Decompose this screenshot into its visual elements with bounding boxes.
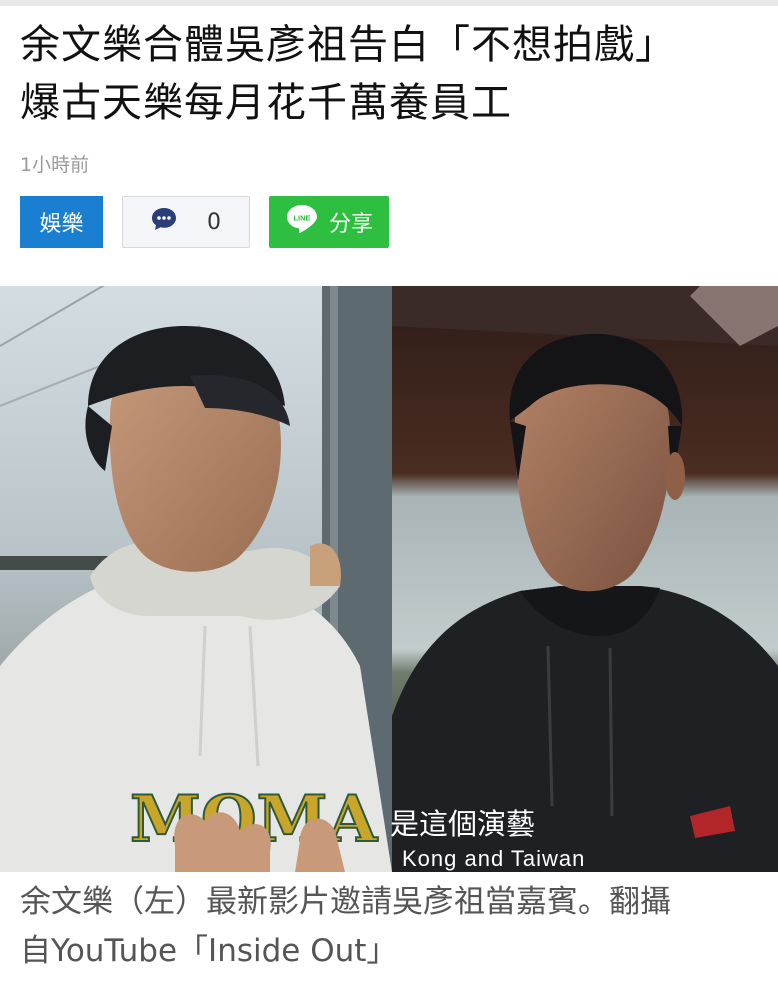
video-subtitle-zh: 是這個演藝 [390,807,535,841]
comment-bubble-icon [151,207,177,237]
comment-count-button[interactable]: 0 [122,196,250,248]
line-share-button[interactable]: LINE 分享 [269,196,389,248]
article-headline: 余文樂合體吳彥祖告白「不想拍戲」 爆古天樂每月花千萬養員工 [20,16,760,132]
headline-line-1: 余文樂合體吳彥祖告白「不想拍戲」 [20,22,676,68]
comment-count: 0 [207,209,221,235]
top-status-strip [0,0,778,6]
caption-line-1: 余文樂（左）最新影片邀請吳彥祖當嘉賓。翻攝 [20,884,671,920]
category-label: 娛樂 [39,212,84,237]
line-logo-icon: LINE [285,203,319,241]
line-logo-text: LINE [293,214,310,223]
article-photo: MOMA 是這個演藝 Kong and Taiwan [0,286,778,872]
photo-caption: 余文樂（左）最新影片邀請吳彥祖當嘉賓。翻攝 自YouTube「Inside Ou… [20,878,760,976]
headline-line-2: 爆古天樂每月花千萬養員工 [20,80,512,126]
share-label: 分享 [328,212,373,237]
video-subtitle-en: Kong and Taiwan [402,846,585,871]
caption-line-2: 自YouTube「Inside Out」 [20,933,398,969]
category-button[interactable]: 娛樂 [20,196,103,248]
publish-time: 1小時前 [20,154,90,176]
